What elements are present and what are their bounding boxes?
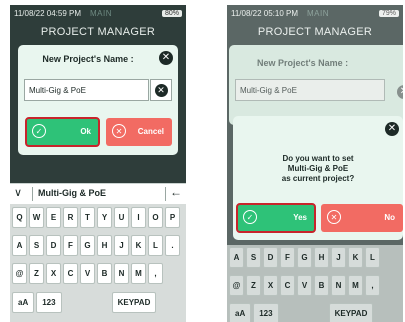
confirm-dialog: ✕ Do you want to set Multi-Gig & PoE as … xyxy=(233,116,403,240)
yes-label: Yes xyxy=(293,213,307,222)
key-f[interactable]: F xyxy=(63,235,78,256)
key-n[interactable]: N xyxy=(114,263,129,284)
key-s[interactable]: S xyxy=(29,235,44,256)
key-k: K xyxy=(348,247,363,268)
confirm-message: Do you want to set Multi-Gig & PoE as cu… xyxy=(233,154,403,184)
confirm-line: Do you want to set xyxy=(282,154,354,163)
key-symbol[interactable]: @ xyxy=(12,263,27,284)
shift-key: aA xyxy=(229,303,252,322)
key-q[interactable]: Q xyxy=(12,207,27,228)
key-y[interactable]: Y xyxy=(97,207,112,228)
confirm-line: as current project? xyxy=(281,174,355,183)
key-w[interactable]: W xyxy=(29,207,44,228)
key-j[interactable]: J xyxy=(114,235,129,256)
key-z: Z xyxy=(246,275,261,296)
keyboard-row: @ Z X C V B N M, xyxy=(227,275,380,296)
ok-label: Ok xyxy=(80,127,91,136)
key-h: H xyxy=(314,247,329,268)
key-a: A xyxy=(229,247,244,268)
chevron-down-icon[interactable]: ∨ xyxy=(14,186,22,199)
confirm-project-name: Multi-Gig & PoE xyxy=(287,164,349,173)
dialog-title: New Project's Name : xyxy=(42,54,134,64)
close-icon[interactable]: ✕ xyxy=(385,122,399,136)
screen-left: 11/08/22 04:59 PM MAIN 80% PROJECT MANAG… xyxy=(10,5,186,322)
key-a[interactable]: A xyxy=(12,235,27,256)
key-o[interactable]: O xyxy=(148,207,163,228)
key-b[interactable]: B xyxy=(97,263,112,284)
key-j: J xyxy=(331,247,346,268)
keyboard-row: aA 123 KEYPAD xyxy=(227,303,374,322)
key-m[interactable]: M xyxy=(131,263,146,284)
shift-key[interactable]: aA xyxy=(12,292,35,313)
divider xyxy=(165,187,166,201)
keypad-key: KEYPAD xyxy=(328,303,374,322)
key-n: N xyxy=(331,275,346,296)
clear-input-button[interactable]: ✕ xyxy=(150,79,172,101)
key-e[interactable]: E xyxy=(46,207,61,228)
key-g[interactable]: G xyxy=(80,235,95,256)
cancel-icon: ✕ xyxy=(112,124,126,138)
key-symbol: , xyxy=(365,275,380,296)
key-v: V xyxy=(297,275,312,296)
keyboard-row: ASDFGHJKL xyxy=(227,247,380,268)
key-s: S xyxy=(246,247,261,268)
keyboard-row: ASDFGHJKL. xyxy=(10,235,180,256)
numbers-key[interactable]: 123 xyxy=(36,292,62,313)
key-i[interactable]: I xyxy=(131,207,146,228)
key-symbol[interactable]: . xyxy=(165,235,180,256)
key-g: G xyxy=(297,247,312,268)
no-label: No xyxy=(384,213,395,222)
cancel-button[interactable]: ✕ Cancel xyxy=(106,118,172,146)
key-f: F xyxy=(280,247,295,268)
check-icon: ✓ xyxy=(32,124,46,138)
status-bar: 11/08/22 04:59 PM MAIN 80% xyxy=(10,5,186,22)
key-h[interactable]: H xyxy=(97,235,112,256)
cancel-icon: ✕ xyxy=(327,210,341,224)
clear-icon: ✕ xyxy=(154,83,168,97)
keyboard-row: QWERTYUIOP xyxy=(10,207,180,228)
key-k[interactable]: K xyxy=(131,235,146,256)
keyboard-row: @ Z X C V B N M, xyxy=(10,263,163,284)
key-c: C xyxy=(280,275,295,296)
screen-right: 11/08/22 05:10 PM MAIN 79% PROJECT MANAG… xyxy=(227,5,403,322)
backspace-icon[interactable]: ← xyxy=(170,185,182,199)
yes-button[interactable]: ✓ Yes xyxy=(236,203,316,233)
keypad-key[interactable]: KEYPAD xyxy=(111,292,157,313)
status-mode: MAIN xyxy=(90,9,112,18)
key-m: M xyxy=(348,275,363,296)
project-name-input[interactable]: Multi-Gig & PoE xyxy=(24,79,149,101)
key-c[interactable]: C xyxy=(63,263,78,284)
key-l[interactable]: L xyxy=(148,235,163,256)
check-icon: ✓ xyxy=(243,210,257,224)
key-x: X xyxy=(263,275,278,296)
project-name-dialog: New Project's Name : ✕ Multi-Gig & PoE ✕… xyxy=(18,45,178,155)
key-u[interactable]: U xyxy=(114,207,129,228)
key-b: B xyxy=(314,275,329,296)
key-symbol: @ xyxy=(229,275,244,296)
keyboard-dimmed: ASDFGHJKL @ Z X C V B N M, aA 123 KEYPAD xyxy=(227,245,403,322)
key-d: D xyxy=(263,247,278,268)
cancel-label: Cancel xyxy=(137,127,164,136)
key-p[interactable]: P xyxy=(165,207,180,228)
keyboard-input-text: Multi-Gig & PoE xyxy=(38,188,106,198)
key-z[interactable]: Z xyxy=(29,263,44,284)
keyboard: QWERTYUIOP ASDFGHJKL. @ Z X C V B N M, aA 123 K… xyxy=(10,204,186,322)
keyboard-row: aA 123 KEYPAD xyxy=(10,292,157,313)
battery-indicator: 80% xyxy=(161,10,182,17)
page-title: PROJECT MANAGER xyxy=(40,26,156,38)
no-button[interactable]: ✕ No xyxy=(321,204,403,232)
key-v[interactable]: V xyxy=(80,263,95,284)
key-l: L xyxy=(365,247,380,268)
numbers-key: 123 xyxy=(253,303,279,322)
key-x[interactable]: X xyxy=(46,263,61,284)
key-symbol[interactable]: , xyxy=(148,263,163,284)
key-t[interactable]: T xyxy=(80,207,95,228)
close-icon[interactable]: ✕ xyxy=(159,51,173,65)
keyboard-input-bar[interactable]: ∨ Multi-Gig & PoE ← xyxy=(10,183,186,205)
key-r[interactable]: R xyxy=(63,207,78,228)
status-time: 11/08/22 04:59 PM xyxy=(14,9,82,18)
divider xyxy=(32,187,33,201)
ok-button[interactable]: ✓ Ok xyxy=(25,117,100,147)
key-d[interactable]: D xyxy=(46,235,61,256)
